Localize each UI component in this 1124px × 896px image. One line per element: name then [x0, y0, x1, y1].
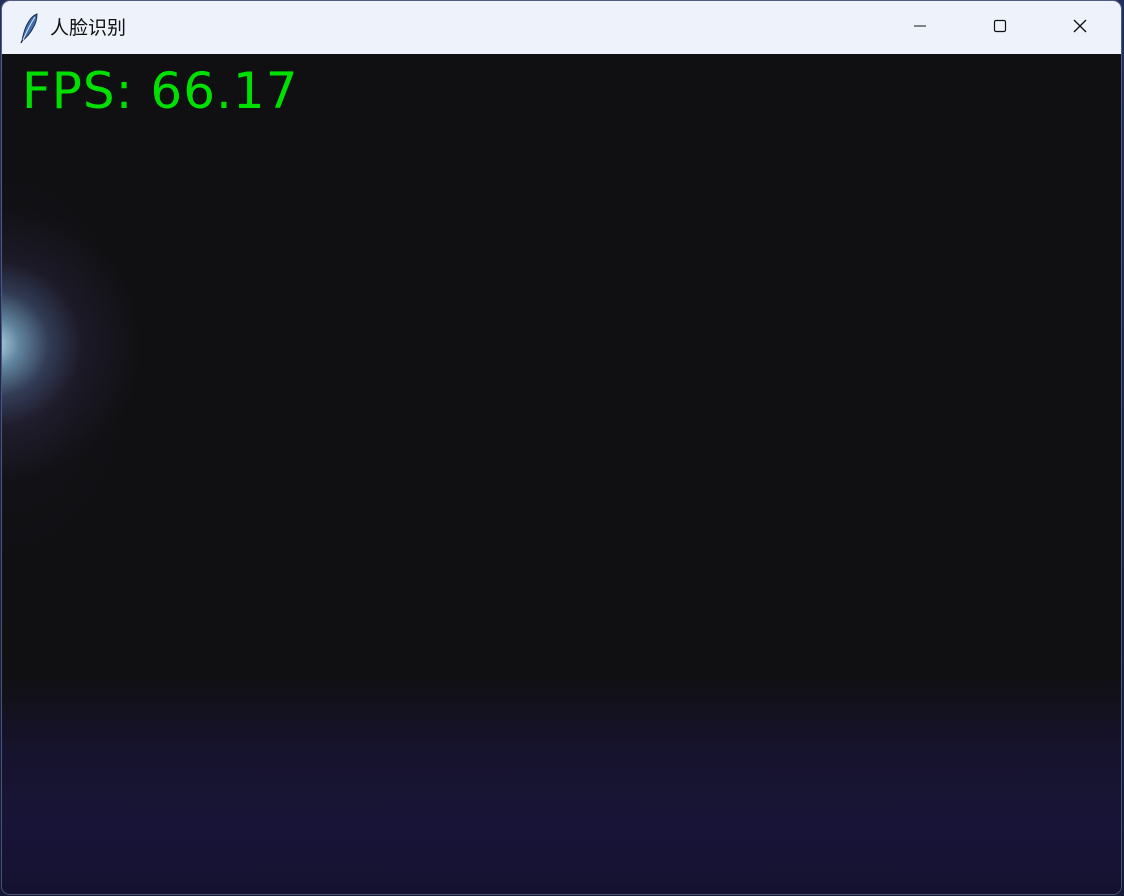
maximize-button[interactable]	[960, 1, 1040, 54]
title-bar[interactable]: 人脸识别	[2, 1, 1121, 54]
window-title: 人脸识别	[50, 17, 127, 39]
maximize-icon	[992, 18, 1008, 38]
close-button[interactable]	[1040, 1, 1120, 54]
minimize-button[interactable]	[880, 1, 960, 54]
close-icon	[1072, 18, 1088, 38]
floor-shadow	[2, 674, 1121, 894]
minimize-icon	[912, 18, 928, 38]
light-glare	[2, 204, 172, 484]
app-window: 人脸识别 FPS: 66.17	[2, 1, 1121, 894]
camera-feed: FPS: 66.17	[2, 54, 1121, 894]
feather-icon	[18, 13, 40, 44]
fps-overlay: FPS: 66.17	[22, 62, 299, 120]
